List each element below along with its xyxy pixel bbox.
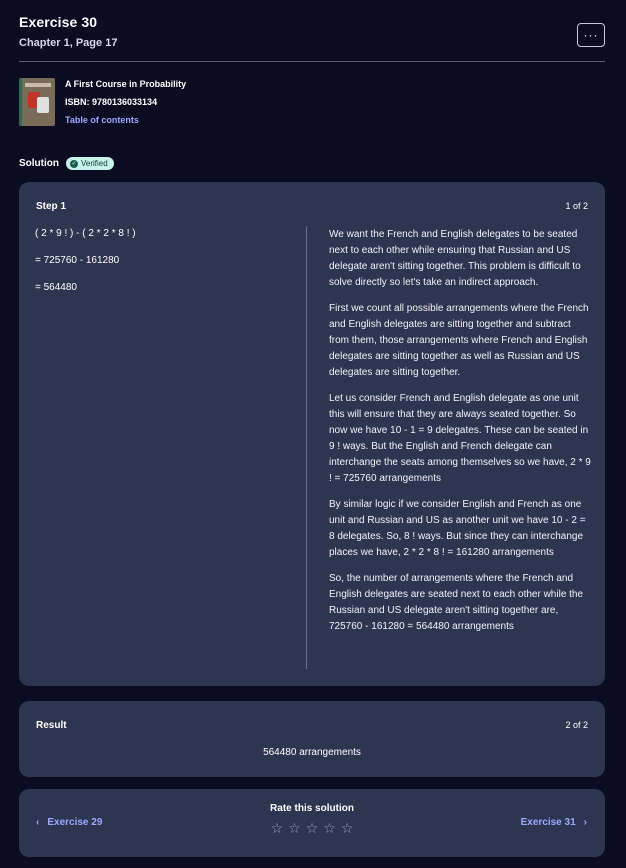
chapter-page-subtitle: Chapter 1, Page 17: [19, 37, 118, 49]
result-card: Result 2 of 2 564480 arrangements: [19, 701, 605, 777]
page-title: Exercise 30: [19, 14, 98, 30]
star-outline-icon[interactable]: ☆: [271, 821, 284, 835]
step-card: Step 1 1 of 2 ( 2 * 9 ! ) - ( 2 * 2 * 8 …: [19, 182, 605, 686]
star-outline-icon[interactable]: ☆: [288, 821, 301, 835]
book-cover-image[interactable]: [19, 78, 55, 126]
result-label: Result: [36, 720, 67, 731]
solution-label: Solution: [19, 158, 59, 169]
exercise-header: Exercise 30 Chapter 1, Page 17 ···: [19, 14, 605, 62]
navigation-card: ‹ Exercise 29 Rate this solution ☆ ☆ ☆ ☆ …: [19, 789, 605, 857]
step-explanation: We want the French and English delegates…: [329, 227, 591, 645]
book-isbn: ISBN: 9780136033134: [65, 97, 158, 107]
book-title: A First Course in Probability: [65, 79, 187, 89]
star-rating: ☆ ☆ ☆ ☆ ☆: [19, 821, 605, 835]
table-of-contents-link[interactable]: Table of contents: [65, 115, 186, 125]
star-outline-icon[interactable]: ☆: [306, 821, 319, 835]
star-outline-icon[interactable]: ☆: [323, 821, 336, 835]
next-exercise-label: Exercise 31: [520, 817, 576, 828]
explanation-paragraph: So, the number of arrangements where the…: [329, 573, 584, 632]
explanation-paragraph: First we count all possible arrangements…: [329, 303, 589, 378]
check-badge-icon: ✓: [70, 159, 78, 168]
verified-badge: ✓ Verified: [66, 157, 114, 170]
next-exercise-link[interactable]: Exercise 31 ›: [521, 817, 587, 828]
step-count: 1 of 2: [565, 201, 588, 211]
rating-block: Rate this solution ☆ ☆ ☆ ☆ ☆: [19, 803, 605, 835]
math-line: ( 2 * 9 ! ) - ( 2 * 2 * 8 ! ): [35, 228, 136, 239]
step-column-divider: [306, 226, 307, 669]
header-divider: [19, 61, 605, 62]
solution-heading: Solution ✓ Verified: [19, 157, 114, 170]
math-line: = 725760 - 161280: [35, 255, 120, 266]
book-info-block: A First Course in Probability ISBN: 9780…: [19, 78, 605, 128]
explanation-paragraph: By similar logic if we consider English …: [329, 499, 586, 558]
explanation-paragraph: We want the French and English delegates…: [329, 229, 581, 288]
chevron-right-icon: ›: [583, 817, 587, 828]
result-value: 564480 arrangements: [263, 747, 361, 758]
rate-label: Rate this solution: [270, 803, 354, 814]
result-count: 2 of 2: [565, 720, 588, 730]
explanation-paragraph: Let us consider French and English deleg…: [329, 393, 591, 484]
math-line: = 564480: [35, 282, 77, 293]
step-label: Step 1: [36, 201, 67, 212]
step-math: ( 2 * 9 ! ) - ( 2 * 2 * 8 ! ) = 725760 -…: [35, 228, 136, 309]
star-outline-icon[interactable]: ☆: [341, 821, 354, 835]
verified-badge-label: Verified: [81, 159, 108, 168]
more-options-button[interactable]: ···: [577, 23, 605, 47]
more-horizontal-icon: ···: [583, 28, 599, 42]
